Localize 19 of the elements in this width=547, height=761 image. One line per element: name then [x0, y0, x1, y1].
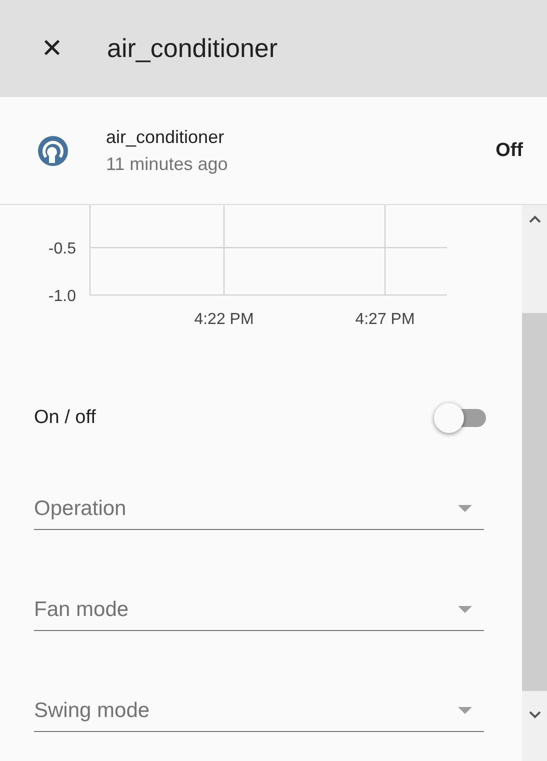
close-button[interactable]: ✕ — [30, 26, 74, 70]
dropdown-field[interactable]: Operation — [34, 489, 484, 530]
dropdown-field[interactable]: Fan mode — [34, 590, 484, 631]
toggle-label: On / off — [34, 407, 96, 429]
y-tick-label: -0.5 — [48, 240, 76, 258]
dropdown-caret-icon — [458, 606, 472, 614]
scroll-down-icon[interactable] — [528, 711, 540, 719]
scroll-up-icon[interactable] — [528, 215, 540, 223]
dropdown-caret-icon — [458, 505, 472, 513]
dropdown-field[interactable]: Swing mode — [34, 691, 484, 732]
scrollbar[interactable] — [522, 205, 547, 761]
dropdown-caret-icon — [458, 707, 472, 715]
y-tick-label: -1.0 — [48, 288, 76, 305]
entity-name: air_conditioner — [106, 126, 226, 148]
x-tick-label: 4:22 PM — [194, 311, 254, 328]
x-tick-label: 4:27 PM — [355, 311, 415, 328]
entity-state: Off — [496, 140, 523, 162]
dialog-title: air_conditioner — [107, 33, 278, 64]
last-changed: 11 minutes ago — [106, 154, 229, 174]
